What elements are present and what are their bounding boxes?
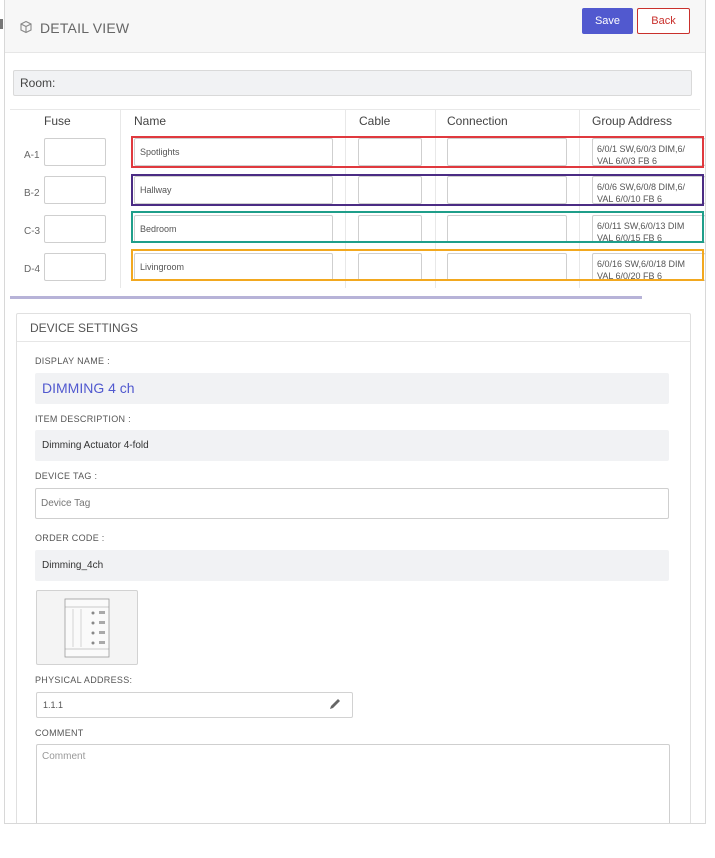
cable-input[interactable] xyxy=(358,138,422,166)
comment-textarea[interactable]: Comment xyxy=(36,744,670,823)
name-input[interactable]: Spotlights xyxy=(134,138,333,166)
fuse-input[interactable] xyxy=(44,138,106,166)
back-button[interactable]: Back xyxy=(637,8,690,34)
cable-input[interactable] xyxy=(358,176,422,204)
edge-marker xyxy=(0,19,3,29)
fuse-input[interactable] xyxy=(44,215,106,243)
detail-panel: DETAIL VIEW Save Back Room: Fuse Name Ca… xyxy=(4,0,706,824)
group-address-input[interactable]: 6/0/16 SW,6/0/18 DIM VAL 6/0/20 FB 6 xyxy=(592,253,705,281)
item-description-value[interactable]: Dimming Actuator 4-fold xyxy=(35,430,669,461)
section-separator xyxy=(17,341,690,342)
order-code-label: ORDER CODE : xyxy=(35,533,105,543)
item-description-label: ITEM DESCRIPTION : xyxy=(35,414,131,424)
comment-label: COMMENT xyxy=(35,728,84,738)
connection-input[interactable] xyxy=(447,253,567,281)
name-input[interactable]: Hallway xyxy=(134,176,333,204)
section-title: DEVICE SETTINGS xyxy=(30,321,139,335)
fuse-input[interactable] xyxy=(44,176,106,204)
pencil-icon[interactable] xyxy=(328,697,342,711)
row-label: B-2 xyxy=(24,188,40,199)
name-input[interactable]: Livingroom xyxy=(134,253,333,281)
save-button[interactable]: Save xyxy=(582,8,633,34)
physical-address-label: PHYSICAL ADDRESS: xyxy=(35,675,133,685)
row-label: C-3 xyxy=(24,226,41,237)
connection-input[interactable] xyxy=(447,176,567,204)
fuse-input[interactable] xyxy=(44,253,106,281)
display-name-label: DISPLAY NAME : xyxy=(35,356,110,366)
display-name-value[interactable]: DIMMING 4 ch xyxy=(35,373,669,404)
connection-input[interactable] xyxy=(447,215,567,243)
column-header-fuse: Fuse xyxy=(44,114,71,128)
cable-input[interactable] xyxy=(358,253,422,281)
cable-input[interactable] xyxy=(358,215,422,243)
column-header-cable: Cable xyxy=(359,114,391,128)
row-label: D-4 xyxy=(24,264,41,275)
group-address-input[interactable]: 6/0/11 SW,6/0/13 DIM VAL 6/0/15 FB 6 xyxy=(592,215,705,243)
column-header-group-address: Group Address xyxy=(592,114,673,128)
group-address-input[interactable]: 6/0/1 SW,6/0/3 DIM,6/VAL 6/0/3 FB 6 xyxy=(592,138,705,166)
column-header-connection: Connection xyxy=(447,114,508,128)
device-tag-label: DEVICE TAG : xyxy=(35,471,98,481)
name-input[interactable]: Bedroom xyxy=(134,215,333,243)
group-address-input[interactable]: 6/0/6 SW,6/0/8 DIM,6/VAL 6/0/10 FB 6 xyxy=(592,176,705,204)
device-illustration xyxy=(64,598,110,658)
device-tag-input[interactable] xyxy=(35,488,669,519)
device-image[interactable] xyxy=(36,590,138,665)
room-field[interactable]: Room: xyxy=(13,70,692,96)
page-title: DETAIL VIEW xyxy=(40,20,130,36)
header-bar: DETAIL VIEW Save Back xyxy=(5,0,705,53)
section-divider xyxy=(10,296,642,299)
cube-icon xyxy=(20,20,32,34)
row-label: A-1 xyxy=(24,150,40,161)
column-header-name: Name xyxy=(134,114,167,128)
connection-input[interactable] xyxy=(447,138,567,166)
order-code-value[interactable]: Dimming_4ch xyxy=(35,550,669,581)
physical-address-field[interactable]: 1.1.1 xyxy=(36,692,353,718)
circuit-table: Fuse Name Cable Connection Group Address… xyxy=(10,109,705,288)
